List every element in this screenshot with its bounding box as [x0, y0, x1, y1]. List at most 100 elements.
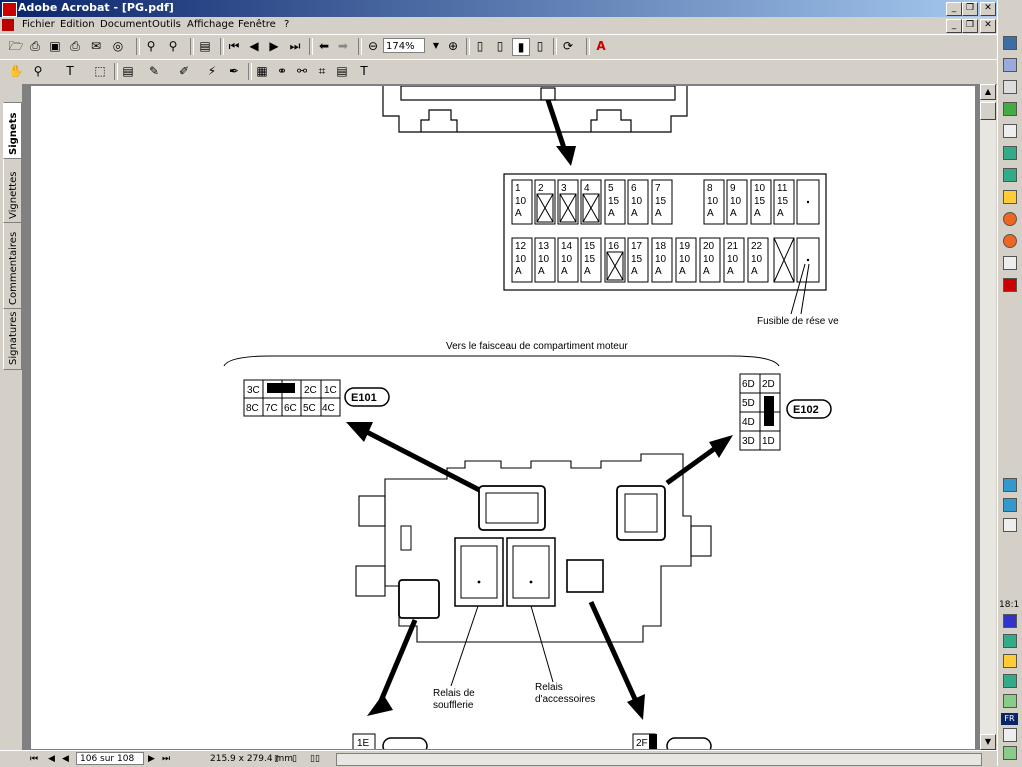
zoom-tool-icon[interactable]: ⚲: [30, 63, 46, 79]
page-number-field[interactable]: 106 sur 108: [76, 752, 144, 765]
tab-commentaires[interactable]: Commentaires: [3, 222, 22, 310]
firefox-icon[interactable]: [1003, 212, 1017, 226]
rotate-view-icon[interactable]: ⟳: [560, 38, 576, 54]
quick-launch-icon[interactable]: [1003, 36, 1017, 50]
scroll-thumb[interactable]: [980, 102, 996, 120]
fit-page-icon[interactable]: ▯: [492, 38, 508, 54]
quick-launch-icon[interactable]: [1003, 58, 1017, 72]
search-icon[interactable]: ⚲: [165, 38, 181, 54]
doc-close-button[interactable]: ✕: [980, 19, 996, 33]
tray-icon[interactable]: [1003, 634, 1017, 648]
tray-icon[interactable]: [1003, 498, 1017, 512]
menu-fenetre[interactable]: Fenêtre: [238, 19, 276, 30]
hand-tool-icon[interactable]: ✋: [8, 63, 24, 79]
first-page-button[interactable]: ⏮: [30, 753, 38, 765]
prev-page-button-2[interactable]: ◀: [62, 753, 69, 765]
fit-visible-icon[interactable]: ▯: [532, 38, 548, 54]
tray-icon[interactable]: [1003, 654, 1017, 668]
email-icon[interactable]: ✉: [88, 38, 104, 54]
quick-launch-icon[interactable]: [1003, 102, 1017, 116]
menu-help[interactable]: ?: [284, 19, 289, 30]
tab-signets[interactable]: Signets: [3, 102, 22, 160]
fuse-rating: 15: [631, 254, 643, 265]
link-tool-icon[interactable]: ⚯: [294, 63, 310, 79]
create-pdf-icon[interactable]: ⎙: [27, 38, 43, 54]
crop-tool-icon[interactable]: ⌗: [314, 63, 330, 79]
zoom-in-icon[interactable]: ⊕: [445, 38, 461, 54]
language-indicator[interactable]: FR: [1001, 713, 1018, 725]
acrobat-task-icon[interactable]: [1003, 278, 1017, 292]
adobe-logo-icon[interactable]: A: [593, 38, 609, 54]
find-icon[interactable]: ⚲: [143, 38, 159, 54]
scroll-down-button[interactable]: ▼: [980, 734, 996, 750]
quick-launch-icon[interactable]: [1003, 256, 1017, 270]
facing-icon[interactable]: ▯▯: [310, 753, 320, 765]
window-title: Adobe Acrobat - [PG.pdf]: [18, 1, 174, 14]
web-capture-icon[interactable]: ◎: [110, 38, 126, 54]
continuous-icon[interactable]: ▯: [292, 753, 297, 765]
firefox-icon[interactable]: [1003, 234, 1017, 248]
fuse-number: 18: [655, 241, 667, 252]
quick-launch-icon[interactable]: [1003, 168, 1017, 182]
sign-tool-icon[interactable]: ✒: [226, 63, 242, 79]
open-icon[interactable]: 🗁: [8, 38, 24, 54]
previous-page-icon[interactable]: ◀: [246, 38, 262, 54]
doc-restore-button[interactable]: ❐: [962, 19, 978, 33]
zoom-out-icon[interactable]: ⊖: [365, 38, 381, 54]
actual-size-icon[interactable]: ▯: [472, 38, 488, 54]
next-page-button[interactable]: ▶: [148, 753, 155, 765]
fit-width-icon[interactable]: ▮: [512, 38, 530, 56]
quick-launch-icon[interactable]: [1003, 124, 1017, 138]
zoom-dropdown-icon[interactable]: ▼: [428, 38, 444, 54]
tray-icon[interactable]: [1003, 746, 1017, 760]
restore-button[interactable]: ❐: [962, 2, 978, 16]
zoom-field[interactable]: 174%: [383, 38, 425, 53]
movie-tool-icon[interactable]: ▦: [254, 63, 270, 79]
tray-icon[interactable]: [1003, 674, 1017, 688]
quick-launch-icon[interactable]: [1003, 146, 1017, 160]
quick-launch-icon[interactable]: [1003, 80, 1017, 94]
touchup-text-icon[interactable]: T: [356, 63, 372, 79]
save-icon[interactable]: ▣: [47, 38, 63, 54]
last-page-button[interactable]: ⏭: [162, 753, 170, 765]
highlight-tool-icon[interactable]: ✐: [176, 63, 192, 79]
tray-icon[interactable]: [1003, 518, 1017, 532]
menu-fichier[interactable]: Fichier: [22, 19, 55, 30]
doc-minimize-button[interactable]: _: [946, 19, 962, 33]
next-page-icon[interactable]: ▶: [266, 38, 282, 54]
print-icon[interactable]: ⎙: [67, 38, 83, 54]
note-tool-icon[interactable]: ▤: [120, 63, 136, 79]
show-navigation-icon[interactable]: ▤: [197, 38, 213, 54]
menu-document[interactable]: Document: [100, 19, 152, 30]
box-connector-right: [566, 559, 604, 593]
tray-icon[interactable]: [1003, 614, 1017, 628]
menu-affichage[interactable]: Affichage: [187, 19, 234, 30]
attach-tool-icon[interactable]: ⚭: [274, 63, 290, 79]
spell-check-icon[interactable]: ⚡: [204, 63, 220, 79]
horizontal-scrollbar[interactable]: [336, 753, 982, 766]
tab-vignettes[interactable]: Vignettes: [3, 158, 22, 224]
first-page-icon[interactable]: ⏮: [226, 38, 242, 54]
text-select-icon[interactable]: T: [62, 63, 78, 79]
quick-launch-icon[interactable]: [1003, 190, 1017, 204]
vertical-scrollbar[interactable]: ▲ ▼: [980, 84, 996, 750]
menu-edition[interactable]: Edition: [60, 19, 95, 30]
tray-icon[interactable]: [1003, 694, 1017, 708]
minimize-button[interactable]: _: [946, 2, 962, 16]
go-back-icon[interactable]: ⬅: [316, 38, 332, 54]
single-page-icon[interactable]: ▯: [274, 753, 279, 765]
scroll-up-button[interactable]: ▲: [980, 84, 996, 100]
go-forward-icon[interactable]: ➡: [335, 38, 351, 54]
tray-icon[interactable]: [1003, 728, 1017, 742]
graphics-select-icon[interactable]: ⬚: [92, 63, 108, 79]
fuse-number: 7: [655, 183, 661, 194]
tab-signatures[interactable]: Signatures: [3, 308, 22, 370]
menu-outils[interactable]: Outils: [152, 19, 181, 30]
last-page-icon[interactable]: ⏭: [287, 38, 303, 54]
pencil-tool-icon[interactable]: ✎: [146, 63, 162, 79]
tray-icon[interactable]: [1003, 478, 1017, 492]
article-tool-icon[interactable]: ▤: [334, 63, 350, 79]
prev-page-button[interactable]: ◀: [48, 753, 55, 765]
close-button[interactable]: ✕: [980, 2, 996, 16]
relay2-label-line2: d'accessoires: [535, 694, 595, 705]
